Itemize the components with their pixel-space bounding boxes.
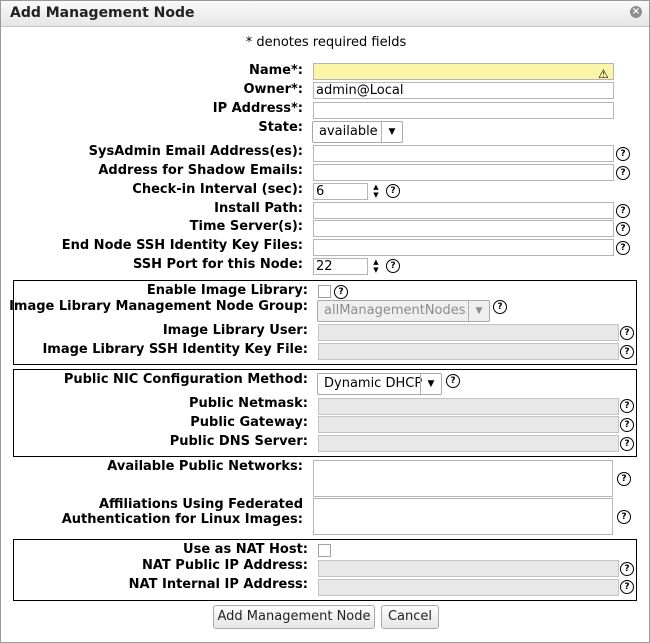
help-icon[interactable]: ? [620,399,634,413]
image-library-group-label: Image Library Management Node Group: [9,299,308,314]
shadow-email-label: Address for Shadow Emails: [98,163,303,178]
nat-host-checkbox[interactable] [318,544,331,557]
state-value: available [319,124,378,139]
help-icon[interactable]: ? [620,418,634,432]
time-servers-label: Time Server(s): [189,219,303,234]
image-library-key-label: Image Library SSH Identity Key File: [42,342,308,357]
add-management-node-button[interactable]: Add Management Node [213,605,375,629]
chevron-down-icon: ▼ [468,301,489,321]
checkin-interval-label: Check-in Interval (sec): [132,182,303,197]
ssh-key-files-label: End Node SSH Identity Key Files: [61,238,303,253]
state-label: State: [258,120,303,135]
required-fields-note: * denotes required fields [245,35,407,50]
ip-address-label: IP Address*: [212,101,303,116]
public-nic-method-select[interactable]: Dynamic DHCP ▼ [317,373,442,395]
nat-internal-ip-label: NAT Internal IP Address: [128,577,308,592]
help-icon[interactable]: ? [616,241,630,255]
nat-internal-ip-input[interactable] [318,579,619,596]
sysadmin-email-label: SysAdmin Email Address(es): [88,144,303,159]
help-icon[interactable]: ? [620,580,634,594]
image-library-group-value: allManagementNodes [324,303,466,318]
chevron-down-icon: ▼ [381,122,402,142]
help-icon[interactable]: ? [386,259,400,273]
public-nic-method-value: Dynamic DHCP [324,376,423,391]
ip-address-input[interactable] [313,102,614,119]
close-icon[interactable]: × [630,6,642,18]
warning-icon: ⚠ [598,67,609,81]
help-icon[interactable]: ? [617,472,631,486]
cancel-button[interactable]: Cancel [381,605,439,629]
name-input[interactable] [313,63,614,80]
affiliations-label-line1: Affiliations Using Federated [98,497,303,512]
checkin-interval-input[interactable]: 6 [313,183,368,200]
ssh-key-files-input[interactable] [313,239,614,256]
sysadmin-email-input[interactable] [313,145,614,162]
help-icon[interactable]: ? [620,345,634,359]
install-path-input[interactable] [313,202,614,219]
help-icon[interactable]: ? [616,222,630,236]
public-netmask-label: Public Netmask: [188,396,308,411]
help-icon[interactable]: ? [446,374,460,388]
help-icon[interactable]: ? [616,166,630,180]
enable-image-library-checkbox[interactable] [318,285,331,298]
time-servers-input[interactable] [313,220,614,237]
public-dns-label: Public DNS Server: [169,434,308,449]
affiliations-label-line2: Authentication for Linux Images: [61,512,303,527]
image-library-user-input[interactable] [318,324,619,341]
enable-image-library-label: Enable Image Library: [146,283,308,298]
owner-label: Owner*: [243,82,303,97]
help-icon[interactable]: ? [620,437,634,451]
owner-input[interactable]: admin@Local [313,82,614,99]
help-icon[interactable]: ? [386,184,400,198]
ssh-port-stepper[interactable]: ▲ ▼ [369,258,383,275]
help-icon[interactable]: ? [620,326,634,340]
dialog-titlebar[interactable]: Add Management Node × [1,1,649,27]
ssh-port-label: SSH Port for this Node: [132,257,303,272]
shadow-email-input[interactable] [313,164,614,181]
checkin-interval-stepper[interactable]: ▲ ▼ [369,183,383,200]
public-netmask-input[interactable] [318,398,619,415]
name-label: Name*: [248,63,303,78]
nat-public-ip-input[interactable] [318,560,619,577]
help-icon[interactable]: ? [334,285,348,299]
state-select[interactable]: available ▼ [312,121,403,143]
help-icon[interactable]: ? [616,147,630,161]
nat-host-label: Use as NAT Host: [183,542,308,557]
image-library-group-select[interactable]: allManagementNodes ▼ [317,300,490,322]
public-gateway-input[interactable] [318,416,619,433]
nat-public-ip-label: NAT Public IP Address: [141,558,308,573]
public-dns-input[interactable] [318,435,619,452]
public-nic-method-label: Public NIC Configuration Method: [63,372,308,387]
public-gateway-label: Public Gateway: [190,415,308,430]
help-icon[interactable]: ? [616,204,630,218]
image-library-key-input[interactable] [318,343,619,360]
help-icon[interactable]: ? [620,562,634,576]
image-library-user-label: Image Library User: [162,323,308,338]
dialog-title: Add Management Node [10,5,195,21]
ssh-port-input[interactable]: 22 [313,258,368,275]
affiliations-list[interactable] [313,498,613,535]
help-icon[interactable]: ? [493,300,507,314]
install-path-label: Install Path: [214,201,303,216]
chevron-down-icon: ▼ [420,374,441,394]
help-icon[interactable]: ? [617,510,631,524]
available-networks-list[interactable] [313,460,613,497]
add-management-node-dialog: Add Management Node × * denotes required… [0,0,650,643]
available-networks-label: Available Public Networks: [107,459,303,474]
